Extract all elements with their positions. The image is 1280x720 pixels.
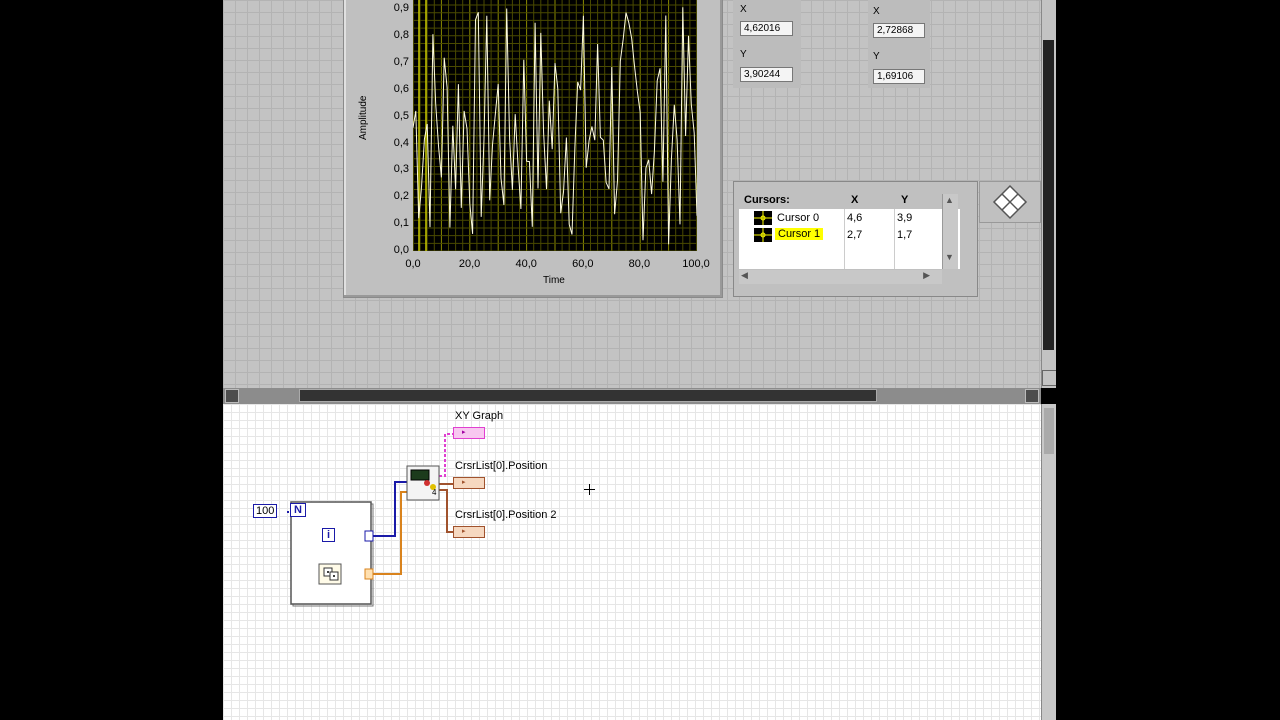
front-panel-vscroll-thumb[interactable] [1043, 40, 1054, 350]
cluster-icon: ▸ [462, 528, 466, 535]
cursors-header: Cursors: [744, 194, 790, 206]
x-tick-label: 0,0 [405, 258, 421, 270]
front-panel-hscroll-thumb[interactable] [299, 389, 877, 402]
cursor1-name[interactable]: Cursor 1 [775, 228, 824, 240]
cursor0-x: 4,6 [847, 212, 863, 224]
dice-icon[interactable] [318, 563, 342, 585]
xy-graph-terminal[interactable]: ▸ [453, 427, 485, 439]
cursor0-y: 3,9 [897, 212, 913, 224]
y-tick-label: 0,4 [393, 136, 409, 149]
xy-graph-wire[interactable] [439, 433, 453, 477]
plot-svg [412, 0, 698, 252]
y-tick-label: 0,1 [393, 217, 409, 230]
position2-wire[interactable] [439, 489, 453, 533]
xy-graph-label[interactable]: XY Graph [455, 410, 503, 422]
cursor1-x: 2,7 [847, 229, 863, 241]
random-tunnel[interactable] [364, 568, 374, 580]
position-label[interactable]: CrsrList[0].Position [455, 460, 547, 472]
bundle-count: 4 [432, 488, 437, 497]
cursor1-y-value[interactable]: 1,69106 [873, 69, 925, 84]
y-tick-label: 0,9 [393, 2, 409, 14]
x-tick-label: 40,0 [515, 258, 537, 270]
y-tick-label: 0,6 [393, 82, 409, 95]
cursor-legend[interactable]: Cursors: X Y Cursor 0 4,6 3,9 Cursor 1 2… [733, 181, 978, 297]
cursor1-y: 1,7 [897, 229, 913, 241]
y-tick-label: 0,8 [393, 28, 409, 41]
y-tick-label: 0,0 [393, 244, 409, 257]
x-tick-label: 20,0 [458, 258, 481, 270]
plot-area[interactable] [412, 0, 698, 252]
front-panel: 0,9 0,8 0,7 0,6 0,5 0,4 0,3 0,2 0,1 0,0 0,0 20,0 40… [223, 0, 1056, 388]
cursor0-name[interactable]: Cursor 0 [777, 212, 819, 224]
legend-vscroll[interactable]: ▲ ▼ [942, 194, 958, 269]
y-tick-label: 0,2 [393, 190, 409, 203]
y-tick-label: 0,3 [393, 163, 409, 176]
cursor-movement-control[interactable] [979, 181, 1041, 223]
crosshair-icon [754, 228, 772, 242]
random-wire[interactable] [371, 491, 407, 575]
index-tunnel[interactable] [364, 530, 374, 542]
diamond-navigator-icon [992, 184, 1028, 220]
scroll-left-button[interactable] [225, 389, 239, 403]
cursor0-y-label: Y [740, 49, 747, 60]
block-diagram-svg [287, 433, 453, 607]
front-panel-vscroll[interactable] [1041, 0, 1056, 388]
block-diagram[interactable]: 100 N i 4 XY Graph ▸ CrsrList[0].Positio… [223, 404, 1056, 720]
y-tick-label: 0,7 [393, 55, 409, 68]
x-tick-label: 80,0 [628, 258, 651, 270]
cursor1-icon[interactable] [754, 228, 772, 242]
iteration-terminal[interactable]: i [322, 528, 336, 542]
x-axis-title: Time [543, 275, 565, 286]
cursor-legend-body: Cursor 0 4,6 3,9 Cursor 1 2,7 1,7 [739, 209, 960, 269]
scroll-up-icon[interactable]: ▲ [945, 195, 954, 205]
cursor0-x-value[interactable]: 4,62016 [740, 21, 793, 36]
cluster-icon: ▸ [462, 429, 466, 436]
legend-hscroll[interactable]: ◀ ▶ [739, 270, 942, 284]
cursor0-icon[interactable] [754, 211, 772, 225]
cursor1-y-label: Y [873, 51, 880, 62]
block-diagram-vscroll[interactable] [1041, 404, 1056, 720]
x-column-header: X [851, 194, 859, 206]
position-terminal[interactable]: ▸ [453, 477, 485, 489]
scroll-down-button[interactable] [1042, 370, 1056, 386]
y-tick-label: 0,5 [393, 109, 409, 122]
crosshair-icon [754, 211, 772, 225]
cursor1-x-label: X [873, 6, 880, 17]
labview-window: 0,9 0,8 0,7 0,6 0,5 0,4 0,3 0,2 0,1 0,0 0,0 20,0 40… [223, 0, 1056, 720]
cluster-icon: ▸ [462, 479, 466, 486]
scroll-down-icon[interactable]: ▼ [945, 252, 954, 262]
position2-label[interactable]: CrsrList[0].Position 2 [455, 509, 556, 521]
scroll-right-button[interactable] [1025, 389, 1039, 403]
x-tick-label: 60,0 [572, 258, 594, 270]
front-panel-hscroll[interactable] [223, 388, 1041, 404]
loop-count-constant[interactable]: 100 [253, 504, 278, 518]
x-tick-label: 100,0 [682, 258, 710, 270]
cursor0-y-value[interactable]: 3,90244 [740, 67, 793, 82]
loop-count-terminal[interactable]: N [290, 503, 306, 517]
scroll-left-icon[interactable]: ◀ [741, 270, 748, 281]
scroll-right-icon[interactable]: ▶ [923, 270, 930, 281]
cursor1-x-value[interactable]: 2,72868 [873, 23, 925, 38]
y-axis-title: Amplitude [358, 95, 369, 140]
y-column-header: Y [901, 194, 909, 206]
position2-terminal[interactable]: ▸ [453, 526, 485, 538]
mouse-crosshair-icon [584, 484, 595, 495]
cursor0-x-label: X [740, 4, 747, 15]
